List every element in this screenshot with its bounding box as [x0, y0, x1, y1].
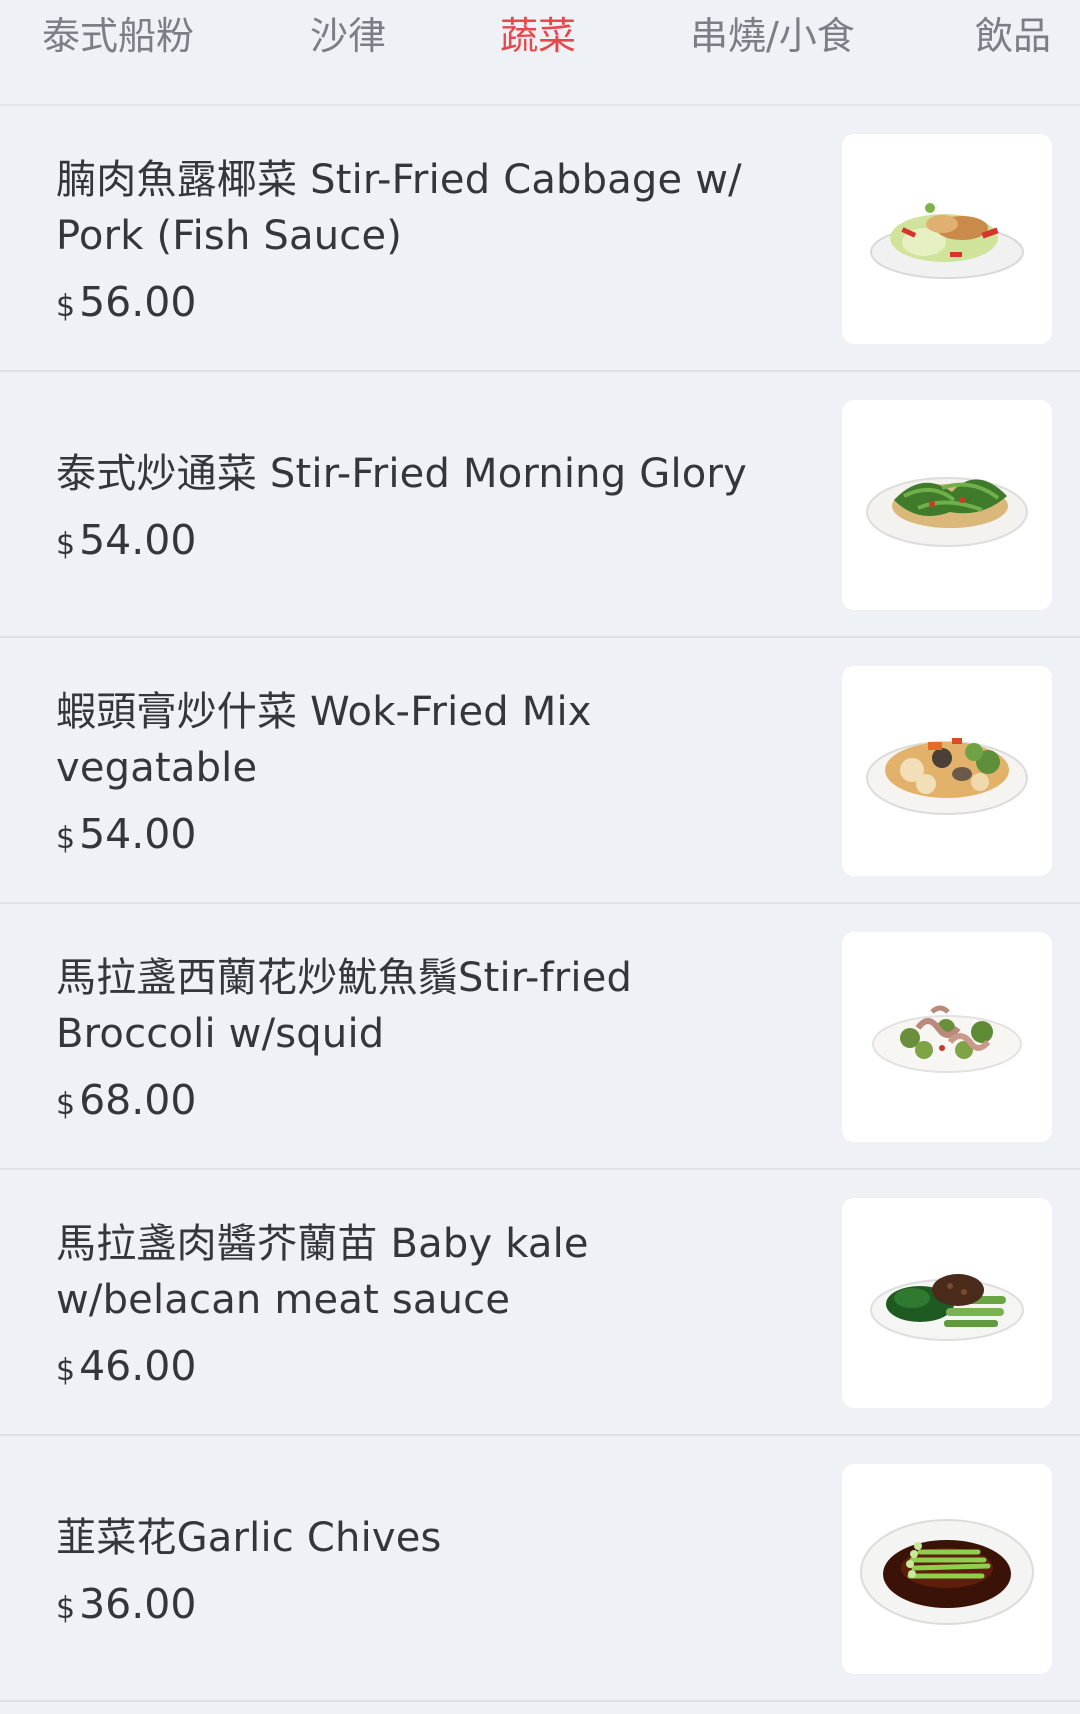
price-amount: 56.00 — [79, 278, 197, 326]
dish-image — [866, 477, 1028, 547]
menu-item-morning-glory[interactable]: 泰式炒通菜 Stir-Fried Morning Glory $54.00 — [0, 372, 1080, 638]
category-tab-bar: 泰式船粉 沙律 蔬菜 串燒/小食 飲品 — [0, 0, 1080, 106]
menu-item-name: 韮菜花Garlic Chives — [56, 1515, 442, 1561]
dish-image — [870, 203, 1024, 279]
menu-item-price: $68.00 — [56, 1076, 786, 1124]
menu-item-text: 蝦頭膏炒什菜 Wok-Fried Mix vegatable $54.00 — [56, 638, 786, 904]
garlic-chives-dish-photo[interactable] — [842, 1464, 1052, 1674]
currency-symbol: $ — [56, 527, 76, 562]
dish-image — [860, 1519, 1034, 1625]
menu-item-cabbage[interactable]: 腩肉魚露椰菜 Stir-Fried Cabbage w/ Pork (Fish … — [0, 106, 1080, 372]
menu-item-price: $54.00 — [56, 810, 786, 858]
menu-item-price: $46.00 — [56, 1342, 786, 1390]
menu-item-price: $56.00 — [56, 278, 786, 326]
tab-salad[interactable]: 沙律 — [310, 10, 386, 62]
currency-symbol: $ — [56, 821, 76, 856]
tab-thai-boat-noodles[interactable]: 泰式船粉 — [42, 10, 194, 62]
currency-symbol: $ — [56, 289, 76, 324]
menu-item-text: 腩肉魚露椰菜 Stir-Fried Cabbage w/ Pork (Fish … — [56, 106, 786, 372]
menu-item-name: 蝦頭膏炒什菜 Wok-Fried Mix vegatable — [56, 689, 592, 791]
broccoli-squid-dish-photo[interactable] — [842, 932, 1052, 1142]
menu-item-text: 韮菜花Garlic Chives $36.00 — [56, 1436, 786, 1702]
tab-drinks[interactable]: 飲品 — [975, 10, 1051, 62]
currency-symbol: $ — [56, 1591, 76, 1626]
tab-skewers-snacks[interactable]: 串燒/小食 — [690, 10, 855, 62]
baby-kale-dish-photo[interactable] — [842, 1198, 1052, 1408]
menu-item-list: 腩肉魚露椰菜 Stir-Fried Cabbage w/ Pork (Fish … — [0, 106, 1080, 1702]
menu-item-text: 泰式炒通菜 Stir-Fried Morning Glory $54.00 — [56, 372, 786, 638]
menu-item-name: 腩肉魚露椰菜 Stir-Fried Cabbage w/ Pork (Fish … — [56, 157, 742, 259]
menu-item-price: $36.00 — [56, 1580, 786, 1628]
morning-glory-dish-photo[interactable] — [842, 400, 1052, 610]
dish-image — [870, 1274, 1024, 1341]
tab-vegetables[interactable]: 蔬菜 — [500, 10, 576, 62]
menu-item-baby-kale[interactable]: 馬拉盞肉醬芥蘭苗 Baby kale w/belacan meat sauce … — [0, 1170, 1080, 1436]
menu-item-name: 馬拉盞肉醬芥蘭苗 Baby kale w/belacan meat sauce — [56, 1221, 589, 1323]
menu-item-garlic-chives[interactable]: 韮菜花Garlic Chives $36.00 — [0, 1436, 1080, 1702]
price-amount: 54.00 — [79, 810, 197, 858]
menu-item-name: 泰式炒通菜 Stir-Fried Morning Glory — [56, 451, 747, 497]
dish-image — [866, 738, 1028, 815]
menu-item-text: 馬拉盞西蘭花炒魷魚鬚Stir-fried Broccoli w/squid $6… — [56, 904, 786, 1170]
price-amount: 46.00 — [79, 1342, 197, 1390]
currency-symbol: $ — [56, 1087, 76, 1122]
price-amount: 68.00 — [79, 1076, 197, 1124]
stir-fried-cabbage-dish-photo[interactable] — [842, 134, 1052, 344]
menu-item-text: 馬拉盞肉醬芥蘭苗 Baby kale w/belacan meat sauce … — [56, 1170, 786, 1436]
menu-item-broccoli-squid[interactable]: 馬拉盞西蘭花炒魷魚鬚Stir-fried Broccoli w/squid $6… — [0, 904, 1080, 1170]
dish-image — [872, 1005, 1022, 1073]
menu-item-price: $54.00 — [56, 516, 786, 564]
menu-item-name: 馬拉盞西蘭花炒魷魚鬚Stir-fried Broccoli w/squid — [56, 955, 633, 1057]
price-amount: 36.00 — [79, 1580, 197, 1628]
price-amount: 54.00 — [79, 516, 197, 564]
mixed-vegetable-dish-photo[interactable] — [842, 666, 1052, 876]
menu-item-mixed-vegetables[interactable]: 蝦頭膏炒什菜 Wok-Fried Mix vegatable $54.00 — [0, 638, 1080, 904]
currency-symbol: $ — [56, 1353, 76, 1388]
